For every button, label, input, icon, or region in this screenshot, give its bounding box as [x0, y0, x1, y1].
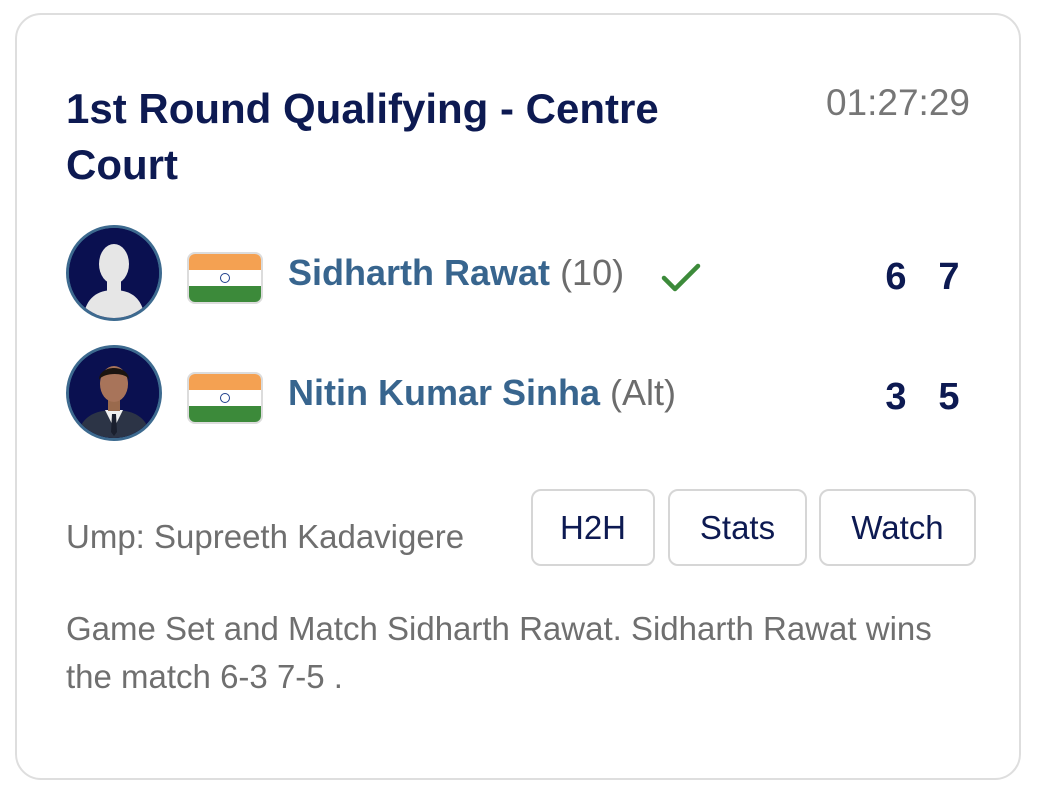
person-silhouette-icon [69, 228, 159, 318]
winner-check-icon [661, 263, 701, 292]
player-name-text: Sidharth Rawat [288, 252, 551, 293]
player-seed: (10) [560, 252, 625, 293]
avatar-placeholder[interactable] [66, 225, 162, 321]
match-duration: 01:27:29 [825, 82, 970, 123]
h2h-button[interactable]: H2H [531, 489, 655, 566]
india-flag-icon [187, 252, 263, 304]
india-flag-icon [187, 372, 263, 424]
match-title: 1st Round Qualifying - Centre Court [66, 85, 659, 188]
player-row: Sidharth Rawat (10) 6 7 [66, 225, 976, 321]
player-seed: (Alt) [610, 372, 677, 413]
stats-button[interactable]: Stats [668, 489, 807, 566]
watch-button[interactable]: Watch [819, 489, 976, 566]
umpire-label: Ump: Supreeth Kadavigere [66, 518, 465, 555]
player-photo-icon [69, 348, 159, 438]
avatar-photo[interactable] [66, 345, 162, 441]
set-score: 3 [885, 376, 907, 418]
set-score: 7 [938, 256, 960, 298]
player-name[interactable]: Sidharth Rawat (10) [288, 251, 624, 295]
player-name[interactable]: Nitin Kumar Sinha (Alt) [288, 371, 676, 415]
match-card: 1st Round Qualifying - Centre Court 01:2… [15, 13, 1021, 780]
set-score: 5 [938, 376, 960, 418]
match-summary: Game Set and Match Sidharth Rawat. Sidha… [66, 610, 932, 695]
player-row: Nitin Kumar Sinha (Alt) 3 5 [66, 345, 976, 441]
player-name-text: Nitin Kumar Sinha [288, 372, 601, 413]
set-score: 6 [885, 256, 907, 298]
